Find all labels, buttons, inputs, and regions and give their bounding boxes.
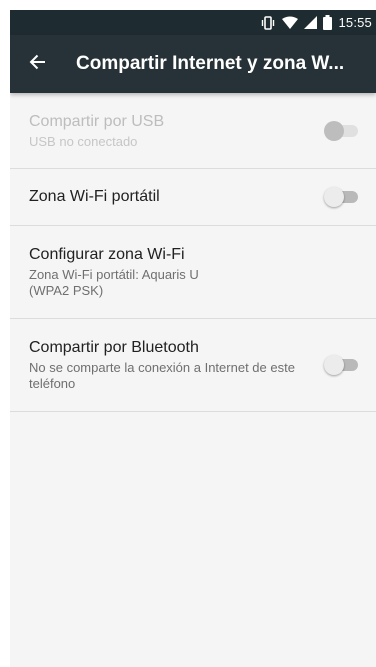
configure-hotspot-title: Configurar zona Wi-Fi (29, 246, 185, 263)
status-bar: 15:55 (10, 10, 376, 35)
configure-hotspot-summary-line2: (WPA2 PSK) (29, 283, 104, 298)
bluetooth-tethering-summary: No se comparte la conexión a Internet de… (29, 360, 295, 391)
status-time: 15:55 (338, 15, 372, 30)
portable-hotspot-switch[interactable] (324, 187, 358, 207)
usb-tethering-switch (324, 120, 358, 141)
bluetooth-tethering-title: Compartir por Bluetooth (29, 339, 199, 356)
arrow-back-icon (29, 53, 47, 76)
configure-hotspot-row[interactable]: Configurar zona Wi-Fi Zona Wi-Fi portáti… (10, 226, 376, 319)
wifi-icon (282, 16, 299, 30)
portable-hotspot-title: Zona Wi-Fi portátil (29, 188, 160, 205)
usb-tethering-summary: USB no conectado (29, 133, 138, 149)
configure-hotspot-summary: Zona Wi-Fi portátil: Aquaris U (WPA2 PSK… (29, 267, 358, 299)
page-title: Compartir Internet y zona W... (76, 53, 345, 74)
usb-tethering-row: Compartir por USB USB no conectado (10, 93, 376, 169)
bluetooth-tethering-row[interactable]: Compartir por Bluetooth No se comparte l… (10, 319, 376, 412)
battery-icon (323, 15, 333, 30)
app-bar: Compartir Internet y zona W... (10, 35, 376, 93)
back-button[interactable] (10, 35, 66, 93)
usb-tethering-title: Compartir por USB (29, 112, 165, 130)
vibrate-icon (260, 15, 276, 30)
configure-hotspot-summary-line1: Zona Wi-Fi portátil: Aquaris U (29, 267, 199, 282)
cell-signal-icon (304, 15, 318, 30)
portable-hotspot-row[interactable]: Zona Wi-Fi portátil (10, 169, 376, 226)
bluetooth-tethering-switch[interactable] (324, 355, 358, 375)
settings-list: Compartir por USB USB no conectado Zona … (10, 93, 376, 412)
settings-screen: 15:55 Compartir Internet y zona W... Com… (10, 10, 376, 667)
